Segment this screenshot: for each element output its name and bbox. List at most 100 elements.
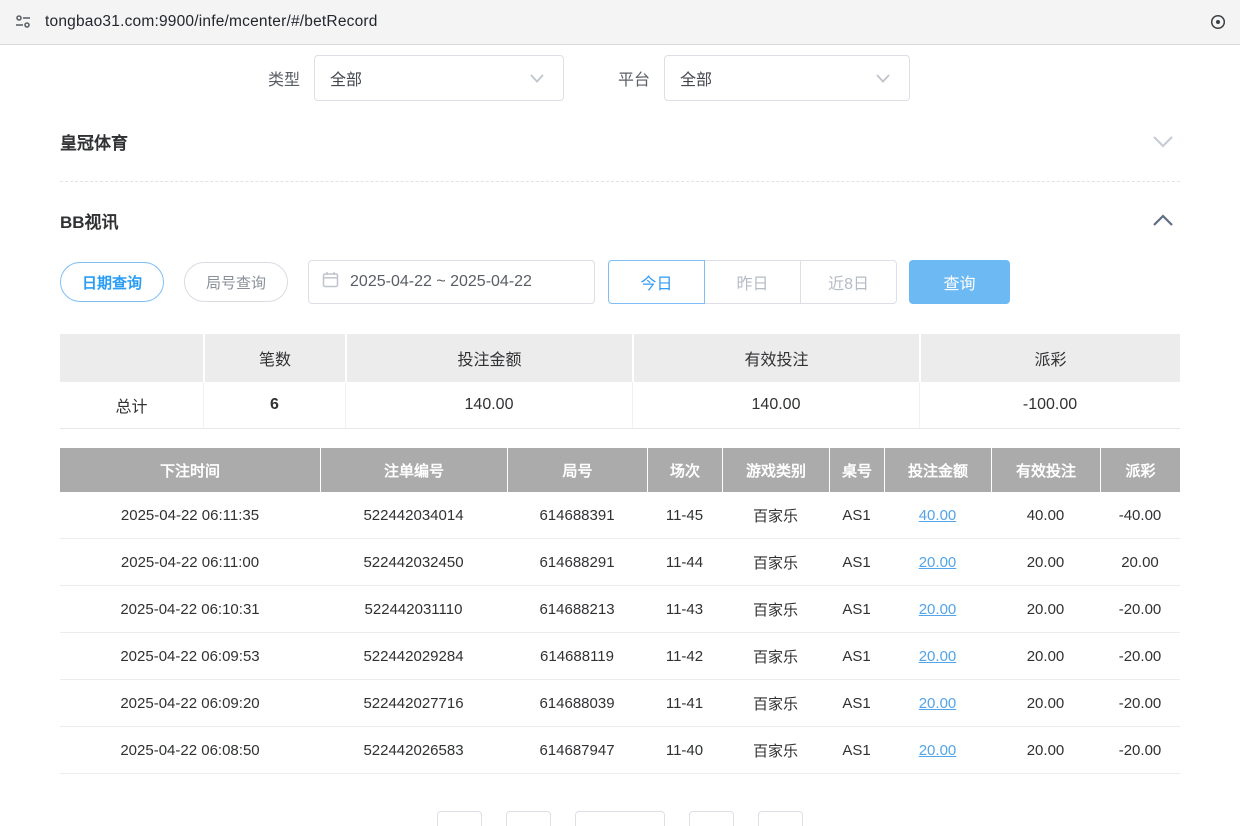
session-cell: 11-42 — [647, 633, 722, 680]
yesterday-button[interactable]: 昨日 — [704, 260, 801, 304]
session-cell: 11-43 — [647, 586, 722, 633]
payout-cell: -40.00 — [1100, 492, 1180, 539]
game-type-cell: 百家乐 — [722, 633, 829, 680]
order-no-cell: 522442027716 — [320, 680, 507, 727]
header-valid-bet: 有效投注 — [991, 448, 1100, 492]
chevron-down-icon[interactable] — [1146, 131, 1180, 152]
round-no-cell: 614688119 — [507, 633, 647, 680]
summary-bet-amount: 140.00 — [345, 382, 632, 429]
summary-header-valid-bet: 有效投注 — [632, 334, 919, 382]
today-button[interactable]: 今日 — [608, 260, 705, 304]
bet-amount-cell: 20.00 — [884, 539, 991, 586]
bet-amount-cell: 20.00 — [884, 680, 991, 727]
game-type-cell: 百家乐 — [722, 539, 829, 586]
table-no-cell: AS1 — [829, 492, 884, 539]
table-row: 2025-04-22 06:10:31 522442031110 6146882… — [60, 586, 1180, 633]
bet-record-page: 类型 全部 平台 全部 皇冠体育 BB视讯 日期查询 局号 — [0, 55, 1240, 826]
order-no-cell: 522442026583 — [320, 727, 507, 774]
order-no-cell: 522442031110 — [320, 586, 507, 633]
order-no-cell: 522442034014 — [320, 492, 507, 539]
last-8-days-button[interactable]: 近8日 — [800, 260, 897, 304]
round-query-tab[interactable]: 局号查询 — [184, 262, 288, 302]
payout-cell: -20.00 — [1100, 633, 1180, 680]
order-no-cell: 522442032450 — [320, 539, 507, 586]
summary-total-label: 总计 — [60, 382, 203, 429]
type-select-value: 全部 — [330, 66, 362, 90]
bet-amount-link[interactable]: 20.00 — [919, 554, 957, 571]
valid-bet-cell: 40.00 — [991, 492, 1100, 539]
filter-row: 类型 全部 平台 全部 — [268, 55, 1180, 101]
session-cell: 11-41 — [647, 680, 722, 727]
bet-time-cell: 2025-04-22 06:10:31 — [60, 586, 320, 633]
bet-amount-cell: 20.00 — [884, 586, 991, 633]
date-range-value: 2025-04-22 ~ 2025-04-22 — [350, 273, 532, 291]
section-crown-sports[interactable]: 皇冠体育 — [60, 129, 1180, 154]
round-no-cell: 614687947 — [507, 727, 647, 774]
bet-amount-link[interactable]: 20.00 — [919, 695, 957, 712]
payout-cell: -20.00 — [1100, 586, 1180, 633]
platform-label: 平台 — [618, 66, 650, 90]
bet-amount-link[interactable]: 40.00 — [919, 507, 957, 524]
pagination-jump-input[interactable] — [575, 811, 665, 826]
site-info-icon[interactable] — [14, 13, 32, 31]
browser-target-icon[interactable] — [1210, 14, 1226, 30]
valid-bet-cell: 20.00 — [991, 680, 1100, 727]
header-payout: 派彩 — [1100, 448, 1180, 492]
type-select[interactable]: 全部 — [314, 55, 564, 101]
browser-address-bar[interactable]: tongbao31.com:9900/infe/mcenter/#/betRec… — [0, 0, 1240, 45]
table-row: 2025-04-22 06:09:20 522442027716 6146880… — [60, 680, 1180, 727]
summary-header-bet-amount: 投注金额 — [345, 334, 632, 382]
pagination-prev-button[interactable] — [437, 811, 482, 826]
bet-time-cell: 2025-04-22 06:08:50 — [60, 727, 320, 774]
bet-time-cell: 2025-04-22 06:09:53 — [60, 633, 320, 680]
valid-bet-cell: 20.00 — [991, 539, 1100, 586]
bet-amount-cell: 40.00 — [884, 492, 991, 539]
summary-total-row: 总计 6 140.00 140.00 -100.00 — [60, 382, 1180, 429]
session-cell: 11-44 — [647, 539, 722, 586]
header-round-no: 局号 — [507, 448, 647, 492]
table-row: 2025-04-22 06:11:00 522442032450 6146882… — [60, 539, 1180, 586]
payout-cell: 20.00 — [1100, 539, 1180, 586]
summary-payout: -100.00 — [919, 382, 1180, 429]
query-toolbar: 日期查询 局号查询 2025-04-22 ~ 2025-04-22 今日 昨日 … — [60, 260, 1180, 304]
platform-select[interactable]: 全部 — [664, 55, 910, 101]
chevron-down-icon — [524, 70, 550, 87]
header-order-no: 注单编号 — [320, 448, 507, 492]
round-no-cell: 614688291 — [507, 539, 647, 586]
game-type-cell: 百家乐 — [722, 680, 829, 727]
header-bet-time: 下注时间 — [60, 448, 320, 492]
url-text[interactable]: tongbao31.com:9900/infe/mcenter/#/betRec… — [45, 13, 378, 31]
pagination-page-button[interactable] — [689, 811, 734, 826]
header-game-type: 游戏类别 — [722, 448, 829, 492]
bet-time-cell: 2025-04-22 06:11:35 — [60, 492, 320, 539]
search-button[interactable]: 查询 — [909, 260, 1010, 304]
summary-header-row: 笔数 投注金额 有效投注 派彩 — [60, 334, 1180, 382]
header-table-no: 桌号 — [829, 448, 884, 492]
section-bb-video[interactable]: BB视讯 — [60, 208, 1180, 233]
bet-records-table: 下注时间 注单编号 局号 场次 游戏类别 桌号 投注金额 有效投注 派彩 202… — [60, 448, 1180, 774]
bet-amount-link[interactable]: 20.00 — [919, 742, 957, 759]
section-divider — [60, 181, 1180, 182]
date-query-tab[interactable]: 日期查询 — [60, 262, 164, 302]
table-no-cell: AS1 — [829, 680, 884, 727]
valid-bet-cell: 20.00 — [991, 633, 1100, 680]
bet-time-cell: 2025-04-22 06:11:00 — [60, 539, 320, 586]
summary-count: 6 — [203, 382, 345, 429]
table-row: 2025-04-22 06:11:35 522442034014 6146883… — [60, 492, 1180, 539]
bet-amount-link[interactable]: 20.00 — [919, 648, 957, 665]
valid-bet-cell: 20.00 — [991, 586, 1100, 633]
calendar-icon — [322, 271, 339, 293]
header-bet-amount: 投注金额 — [884, 448, 991, 492]
game-type-cell: 百家乐 — [722, 492, 829, 539]
valid-bet-cell: 20.00 — [991, 727, 1100, 774]
pagination-page-button[interactable] — [506, 811, 551, 826]
header-session: 场次 — [647, 448, 722, 492]
chevron-up-icon[interactable] — [1146, 210, 1180, 231]
pagination-next-button[interactable] — [758, 811, 803, 826]
order-no-cell: 522442029284 — [320, 633, 507, 680]
payout-cell: -20.00 — [1100, 727, 1180, 774]
table-no-cell: AS1 — [829, 633, 884, 680]
round-no-cell: 614688039 — [507, 680, 647, 727]
bet-amount-link[interactable]: 20.00 — [919, 601, 957, 618]
date-range-input[interactable]: 2025-04-22 ~ 2025-04-22 — [308, 260, 595, 304]
